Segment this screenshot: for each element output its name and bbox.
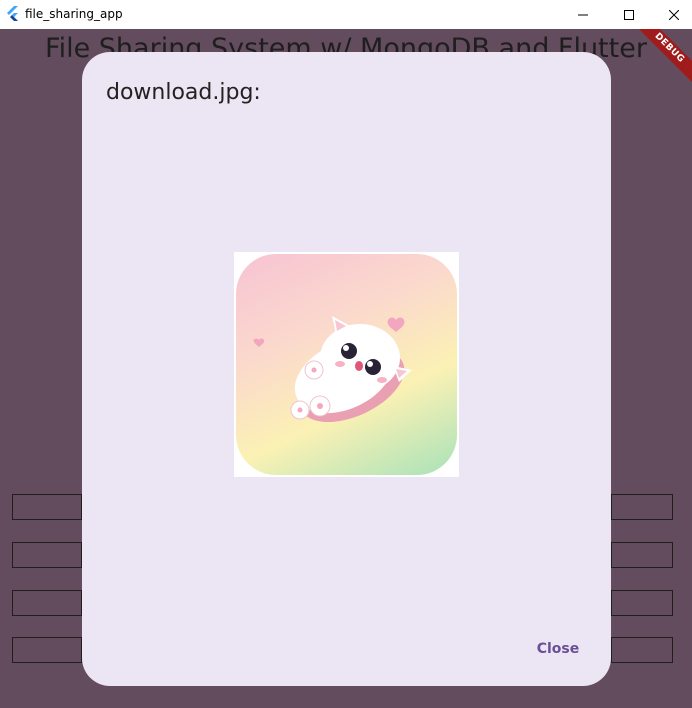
app-body: File Sharing System w/ MongoDB and Flutt… (0, 29, 692, 708)
close-window-button[interactable] (651, 0, 692, 29)
flutter-logo-icon (7, 6, 18, 21)
file-row[interactable] (12, 590, 82, 616)
minimize-icon (578, 14, 588, 15)
maximize-icon (624, 9, 634, 20)
file-row[interactable] (611, 637, 673, 663)
file-preview-dialog: download.jpg: Close (82, 52, 611, 686)
file-row[interactable] (611, 590, 673, 616)
close-icon (669, 9, 679, 20)
dialog-title: download.jpg: (106, 80, 261, 105)
minimize-button[interactable] (560, 0, 606, 29)
window-title: file_sharing_app (25, 7, 123, 21)
image-preview (234, 252, 459, 477)
cat-sticker-image (236, 254, 457, 475)
file-row[interactable] (611, 542, 673, 568)
window-titlebar: file_sharing_app (0, 0, 692, 29)
cat-illustration (253, 316, 412, 423)
file-row[interactable] (611, 494, 673, 520)
file-row[interactable] (12, 494, 82, 520)
file-row[interactable] (12, 542, 82, 568)
maximize-button[interactable] (606, 0, 652, 29)
close-button[interactable]: Close (522, 635, 594, 663)
file-row[interactable] (12, 637, 82, 663)
